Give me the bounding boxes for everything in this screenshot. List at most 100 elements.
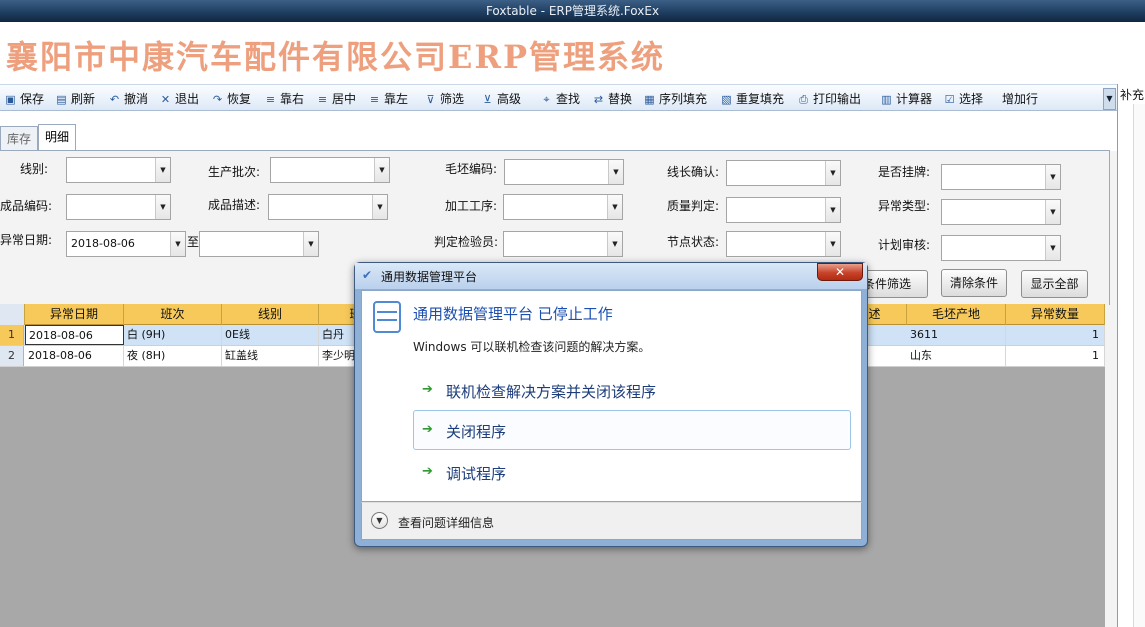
batch-combo[interactable]: ▼ — [270, 157, 390, 183]
close-program-option[interactable]: ➔ 关闭程序 — [413, 410, 851, 450]
listed-combo[interactable]: ▼ — [941, 164, 1061, 190]
table-cell[interactable]: 山东 — [907, 346, 1006, 366]
line-combo[interactable]: ▼ — [66, 157, 171, 183]
print-output-button[interactable]: ⎙ 打印输出 — [797, 90, 861, 108]
exit-button[interactable]: ✕ 退出 — [159, 90, 199, 108]
chevron-down-icon[interactable]: ▼ — [825, 161, 840, 185]
chevron-down-icon[interactable]: ▼ — [1045, 236, 1060, 260]
blank-code-combo[interactable]: ▼ — [504, 159, 624, 185]
restore-button[interactable]: ↷ 恢复 — [211, 90, 251, 108]
column-header[interactable]: 班次 — [124, 304, 222, 325]
side-panel-scrollbar[interactable] — [1133, 104, 1145, 627]
filter-button[interactable]: ⊽ 筛选 — [424, 90, 464, 108]
table-cell[interactable]: 1 — [1006, 325, 1105, 345]
green-arrow-icon: ➔ — [422, 422, 433, 437]
chevron-down-icon: ▼ — [1106, 94, 1113, 103]
undo-label: 撤消 — [124, 92, 149, 106]
inspector-combo[interactable]: ▼ — [503, 231, 623, 257]
abnormal-type-combo[interactable]: ▼ — [941, 199, 1061, 225]
node-status-label: 节点状态: — [667, 235, 720, 249]
date-from-combo[interactable]: 2018-08-06 ▼ — [66, 231, 186, 257]
refresh-label: 刷新 — [71, 92, 96, 106]
calculator-icon: ▥ — [881, 92, 892, 106]
select-button[interactable]: ☑ 选择 — [943, 90, 983, 108]
table-cell[interactable]: 2018-08-06 — [25, 325, 124, 345]
grid-corner[interactable] — [0, 304, 25, 325]
chevron-down-icon[interactable]: ▼ — [374, 158, 389, 182]
select-icon: ☑ — [944, 92, 955, 106]
restore-label: 恢复 — [227, 92, 252, 106]
process-label: 加工工序: — [445, 199, 498, 213]
advanced-filter-button[interactable]: ⊻ 高级 — [481, 90, 521, 108]
row-number[interactable]: 2 — [0, 346, 24, 366]
save-button[interactable]: ▣ 保存 — [4, 90, 44, 108]
toolbar-overflow-button[interactable]: ▼ — [1103, 88, 1116, 110]
product-code-label: 成品编码: — [0, 199, 53, 213]
repeat-fill-button[interactable]: ▧ 重复填充 — [720, 90, 784, 108]
check-online-option[interactable]: ➔ 联机检查解决方案并关闭该程序 — [413, 370, 851, 410]
option-label: 关闭程序 — [446, 423, 507, 441]
align-center-button[interactable]: ≡ 居中 — [316, 90, 356, 108]
details-link[interactable]: 查看问题详细信息 — [398, 514, 494, 531]
dialog-close-button[interactable]: ✕ — [817, 263, 863, 281]
line-lead-confirm-combo[interactable]: ▼ — [726, 160, 841, 186]
column-header[interactable]: 毛坯产地 — [907, 304, 1006, 325]
column-header[interactable]: 线别 — [222, 304, 319, 325]
toolbar: ▣ 保存 ▤ 刷新 ↶ 撤消 ✕ 退出 ↷ 恢复 ≡ 靠右 ≡ 居中 ≡ 靠左 ⊽ 筛选 ⊻ 高级 … — [0, 84, 1117, 111]
calculator-button[interactable]: ▥ 计算器 — [880, 90, 932, 108]
chevron-down-icon[interactable]: ▼ — [825, 198, 840, 222]
tab-inventory[interactable]: 库存 — [0, 126, 39, 151]
expand-details-icon[interactable]: ▼ — [371, 512, 388, 529]
option-label: 调试程序 — [446, 465, 507, 483]
show-all-button[interactable]: 显示全部 — [1021, 270, 1088, 298]
listed-label: 是否挂牌: — [878, 165, 931, 179]
chevron-down-icon[interactable]: ▼ — [607, 195, 622, 219]
product-code-combo[interactable]: ▼ — [66, 194, 171, 220]
debug-program-option[interactable]: ➔ 调试程序 — [413, 452, 851, 492]
undo-button[interactable]: ↶ 撤消 — [108, 90, 148, 108]
chevron-down-icon[interactable]: ▼ — [372, 195, 387, 219]
product-desc-combo[interactable]: ▼ — [268, 194, 388, 220]
node-status-combo[interactable]: ▼ — [726, 231, 841, 257]
add-row-button[interactable]: 增加行 — [1002, 90, 1038, 108]
chevron-down-icon[interactable]: ▼ — [303, 232, 318, 256]
chevron-down-icon[interactable]: ▼ — [607, 232, 622, 256]
row-number[interactable]: 1 — [0, 325, 24, 345]
green-arrow-icon: ➔ — [422, 464, 433, 479]
align-right-button[interactable]: ≡ 靠右 — [264, 90, 304, 108]
sequence-fill-icon: ▦ — [644, 92, 655, 106]
dialog-heading: 通用数据管理平台 已停止工作 — [413, 305, 613, 323]
clear-conditions-button[interactable]: 清除条件 — [941, 269, 1007, 297]
chevron-down-icon[interactable]: ▼ — [825, 232, 840, 256]
quality-combo[interactable]: ▼ — [726, 197, 841, 223]
tab-detail[interactable]: 明细 — [38, 124, 77, 151]
table-cell[interactable]: 2018-08-06 — [25, 346, 124, 366]
sequence-fill-button[interactable]: ▦ 序列填充 — [643, 90, 707, 108]
chevron-down-icon[interactable]: ▼ — [155, 158, 170, 182]
align-left-button[interactable]: ≡ 靠左 — [368, 90, 408, 108]
table-cell[interactable]: 夜 (8H) — [124, 346, 222, 366]
binoculars-icon: ⌖ — [543, 92, 550, 106]
column-header[interactable]: 异常日期 — [25, 304, 124, 325]
chevron-down-icon[interactable]: ▼ — [170, 232, 185, 256]
chevron-down-icon[interactable]: ▼ — [1045, 200, 1060, 224]
chevron-down-icon[interactable]: ▼ — [608, 160, 623, 184]
column-header[interactable]: 异常数量 — [1006, 304, 1105, 325]
table-cell[interactable]: 3611 — [907, 325, 1006, 345]
chevron-down-icon[interactable]: ▼ — [155, 195, 170, 219]
abnormal-type-label: 异常类型: — [878, 199, 931, 213]
chevron-down-icon[interactable]: ▼ — [1045, 165, 1060, 189]
table-cell[interactable]: 1 — [1006, 346, 1105, 366]
table-cell[interactable]: 缸盖线 — [222, 346, 319, 366]
refresh-button[interactable]: ▤ 刷新 — [55, 90, 95, 108]
replace-button[interactable]: ⇄ 替换 — [592, 90, 632, 108]
refresh-icon: ▤ — [56, 92, 67, 106]
table-cell[interactable]: 0E线 — [222, 325, 319, 345]
find-button[interactable]: ⌖ 查找 — [540, 90, 580, 108]
date-to-combo[interactable]: ▼ — [199, 231, 319, 257]
side-panel-label: 补充 — [1120, 88, 1145, 102]
plan-review-combo[interactable]: ▼ — [941, 235, 1061, 261]
process-combo[interactable]: ▼ — [503, 194, 623, 220]
table-cell[interactable]: 白 (9H) — [124, 325, 222, 345]
green-arrow-icon: ➔ — [422, 382, 433, 397]
